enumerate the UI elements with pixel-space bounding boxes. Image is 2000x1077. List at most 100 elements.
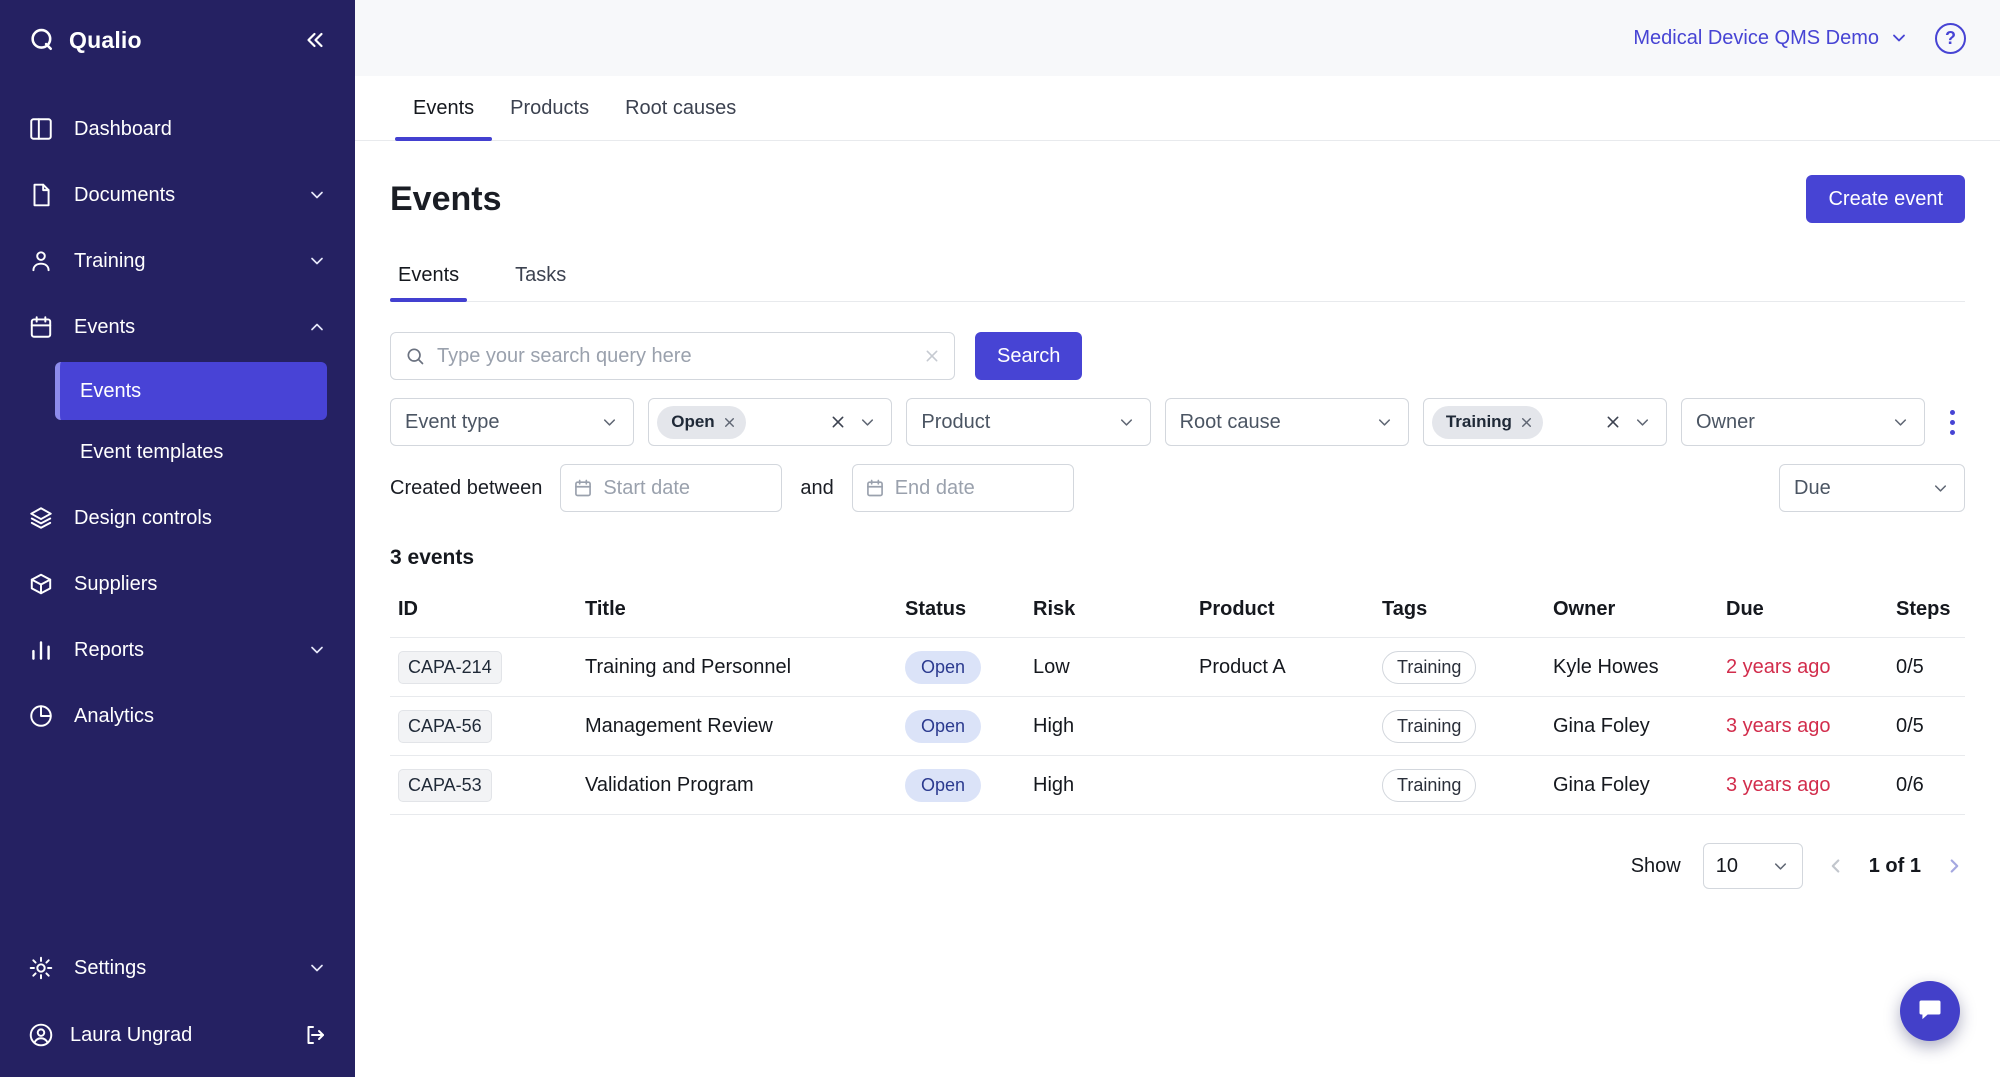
search-button[interactable]: Search <box>975 332 1082 380</box>
status-badge: Open <box>905 651 981 684</box>
root-cause-select[interactable]: Root cause <box>1165 398 1409 446</box>
page-size-select[interactable]: 10 <box>1703 843 1803 889</box>
chevron-down-icon <box>307 251 327 271</box>
help-button[interactable]: ? <box>1935 23 1966 54</box>
chip-remove-icon[interactable] <box>1520 416 1533 429</box>
user-name: Laura Ungrad <box>70 1024 192 1047</box>
select-label: Owner <box>1696 411 1755 434</box>
sidebar-item-suppliers[interactable]: Suppliers <box>0 551 355 617</box>
chevron-down-icon <box>307 185 327 205</box>
pie-chart-icon <box>28 703 54 729</box>
cell-product <box>1191 697 1374 756</box>
sidebar-subitem-event-templates[interactable]: Event templates <box>55 423 327 481</box>
chevron-down-icon <box>858 413 877 432</box>
sidebar-item-analytics[interactable]: Analytics <box>0 683 355 749</box>
gear-icon <box>28 955 54 981</box>
subtab-events[interactable]: Events <box>390 249 467 301</box>
clear-filter-icon[interactable] <box>1605 414 1621 430</box>
secondary-tabs: Events Tasks <box>390 249 1965 302</box>
sidebar-item-dashboard[interactable]: Dashboard <box>0 96 355 162</box>
more-filters-button[interactable] <box>1939 406 1965 439</box>
tab-root-causes[interactable]: Root causes <box>607 76 754 140</box>
status-select[interactable]: Open <box>648 398 892 446</box>
tab-label: Root causes <box>625 97 736 120</box>
event-type-select[interactable]: Event type <box>390 398 634 446</box>
create-event-button[interactable]: Create event <box>1806 175 1965 223</box>
page-size-value: 10 <box>1716 855 1738 878</box>
cell-status: Open <box>897 697 1025 756</box>
clear-search-icon[interactable] <box>924 348 940 364</box>
product-select[interactable]: Product <box>906 398 1150 446</box>
column-header-steps: Steps <box>1888 578 1965 638</box>
chevron-down-icon <box>1891 413 1910 432</box>
cell-tags: Training <box>1374 756 1545 815</box>
subtab-tasks[interactable]: Tasks <box>507 249 574 301</box>
table-row[interactable]: CAPA-53 Validation Program Open High Tra… <box>390 756 1965 815</box>
training-icon <box>28 248 54 274</box>
tab-products[interactable]: Products <box>492 76 607 140</box>
dashboard-icon <box>28 116 54 142</box>
chevron-down-icon <box>1117 413 1136 432</box>
previous-page-button[interactable] <box>1825 855 1847 877</box>
start-date-input[interactable] <box>603 477 769 500</box>
cell-id: CAPA-56 <box>390 697 577 756</box>
end-date-input[interactable] <box>895 477 1061 500</box>
id-chip: CAPA-56 <box>398 710 492 743</box>
cell-steps: 0/5 <box>1888 697 1965 756</box>
column-header-status: Status <box>897 578 1025 638</box>
due-text: 2 years ago <box>1726 656 1831 678</box>
chevron-down-icon <box>600 413 619 432</box>
chat-bubble-icon <box>1916 997 1944 1025</box>
sidebar-collapse-button[interactable] <box>303 28 327 52</box>
status-badge: Open <box>905 710 981 743</box>
owner-select[interactable]: Owner <box>1681 398 1925 446</box>
org-selector[interactable]: Medical Device QMS Demo <box>1633 27 1909 50</box>
page-title: Events <box>390 180 502 219</box>
cell-status: Open <box>897 756 1025 815</box>
sidebar: Qualio Dashboard Documents Training <box>0 0 355 1077</box>
sidebar-item-label: Settings <box>74 957 146 980</box>
sidebar-item-reports[interactable]: Reports <box>0 617 355 683</box>
content: Events Create event Events Tasks Search … <box>355 141 2000 1077</box>
due-select[interactable]: Due <box>1779 464 1965 512</box>
sidebar-item-training[interactable]: Training <box>0 228 355 294</box>
chat-widget-button[interactable] <box>1900 981 1960 1041</box>
org-selector-label: Medical Device QMS Demo <box>1633 27 1879 50</box>
app-window: Qualio Dashboard Documents Training <box>0 0 2000 1077</box>
search-input[interactable] <box>437 345 912 368</box>
sidebar-item-design-controls[interactable]: Design controls <box>0 485 355 551</box>
sidebar-subitem-label: Events <box>80 380 141 403</box>
sidebar-item-label: Analytics <box>74 705 154 728</box>
table-row[interactable]: CAPA-214 Training and Personnel Open Low… <box>390 638 1965 697</box>
search-row: Search <box>390 332 1965 380</box>
pagination: Show 10 1 of 1 <box>390 843 1965 913</box>
primary-tabs: Events Products Root causes <box>355 76 2000 141</box>
cell-steps: 0/5 <box>1888 638 1965 697</box>
sidebar-header: Qualio <box>0 0 355 80</box>
tab-label: Events <box>413 97 474 120</box>
calendar-icon <box>573 478 593 498</box>
chip-remove-icon[interactable] <box>723 416 736 429</box>
bar-chart-icon <box>28 637 54 663</box>
next-page-button[interactable] <box>1943 855 1965 877</box>
sidebar-item-settings[interactable]: Settings <box>0 935 355 1001</box>
qualio-logo-icon <box>28 26 56 54</box>
table-row[interactable]: CAPA-56 Management Review Open High Trai… <box>390 697 1965 756</box>
cell-status: Open <box>897 638 1025 697</box>
tab-events[interactable]: Events <box>395 76 492 140</box>
sidebar-subitem-label: Event templates <box>80 441 223 464</box>
select-label: Product <box>921 411 990 434</box>
sidebar-item-documents[interactable]: Documents <box>0 162 355 228</box>
sidebar-nav: Dashboard Documents Training Events Even… <box>0 80 355 749</box>
clear-filter-icon[interactable] <box>830 414 846 430</box>
sidebar-item-events[interactable]: Events <box>0 294 355 360</box>
cell-id: CAPA-53 <box>390 756 577 815</box>
select-label: Root cause <box>1180 411 1281 434</box>
sidebar-subitem-events[interactable]: Events <box>55 362 327 420</box>
user-menu[interactable]: Laura Ungrad <box>0 1001 355 1069</box>
end-date-field <box>852 464 1074 512</box>
sidebar-item-label: Documents <box>74 184 175 207</box>
chip-label: Open <box>671 412 714 432</box>
logout-icon[interactable] <box>303 1023 327 1047</box>
tags-select[interactable]: Training <box>1423 398 1667 446</box>
